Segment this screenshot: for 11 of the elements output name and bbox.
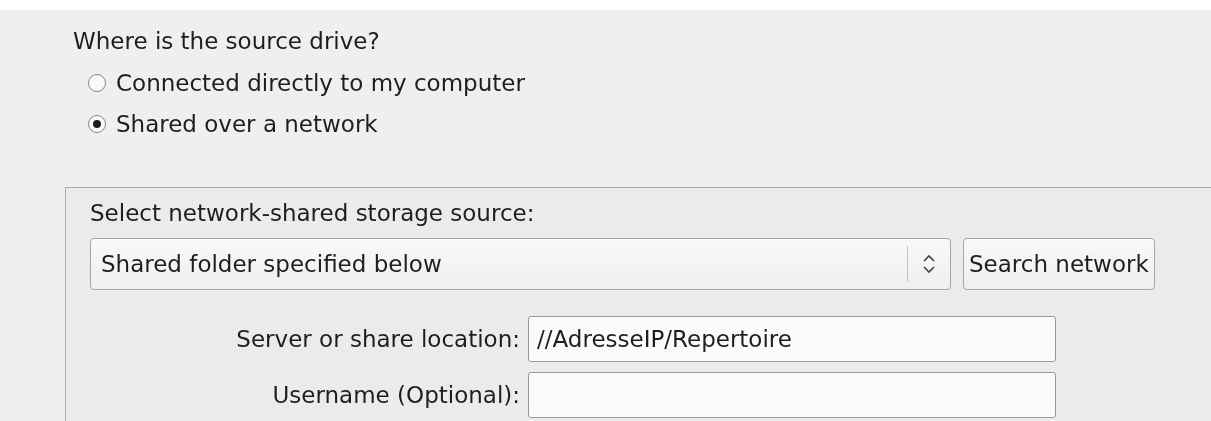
- panel-title: Select network-shared storage source:: [90, 199, 535, 228]
- radio-option[interactable]: Connected directly to my computer: [88, 66, 525, 100]
- up-down-arrows-icon: [922, 253, 936, 275]
- radio-option[interactable]: Shared over a network: [88, 107, 378, 141]
- input-field[interactable]: [528, 372, 1056, 418]
- field-label: Server or share location:: [235, 326, 520, 352]
- question-label: Where is the source drive?: [73, 27, 380, 56]
- search-network-button[interactable]: Search network: [963, 238, 1155, 290]
- input-field[interactable]: //AdresseIP/Repertoire: [528, 316, 1056, 362]
- field-label: Username (Optional):: [271, 382, 520, 408]
- source-dropdown[interactable]: Shared folder specified below: [90, 238, 951, 290]
